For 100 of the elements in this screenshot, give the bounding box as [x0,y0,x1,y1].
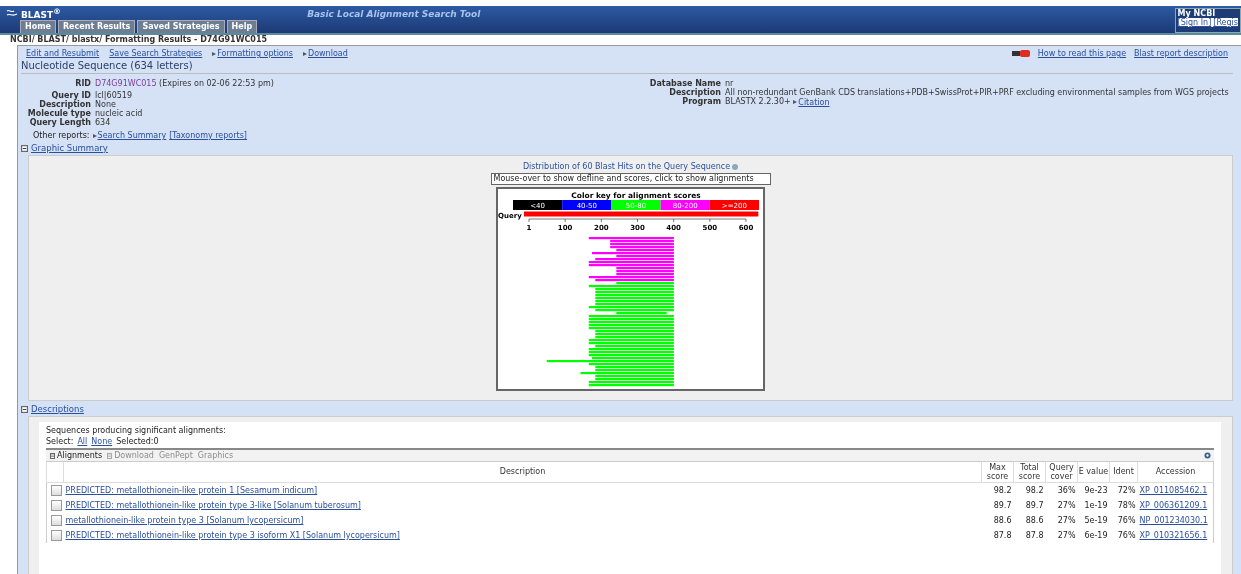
subtitle: Basic Local Alignment Search Tool [307,9,481,21]
link[interactable]: Edit and Resubmit [26,49,100,58]
table-cell: 1e-19 [1084,501,1108,510]
field-value: lcl|60519 [95,91,133,100]
graphic-title: Distribution of 60 Blast Hits on the Query Sequence [522,162,731,171]
list-icon [107,452,113,459]
column-header[interactable]: Ident [1109,462,1138,483]
table-cell: 88.6 [993,516,1012,525]
collapse-icon[interactable] [21,405,28,413]
field-value: nr [725,79,734,88]
help-icon[interactable] [732,163,739,170]
table-cell: 89.7 [1025,501,1044,510]
column-header[interactable]: Max score [981,462,1014,483]
hits-drawing[interactable] [546,237,674,387]
field-label: Description [39,100,91,109]
table-cell: 27% [1057,516,1076,525]
table-cell: 5e-19 [1084,516,1108,525]
collapse-icon[interactable] [21,144,28,152]
triangle-icon [303,51,307,56]
table-cell: 98.2 [993,486,1012,495]
table-cell: 36% [1057,486,1076,495]
link[interactable]: PREDICTED: metallothionein-like protein 1 [Sesamum indicum] [65,486,318,495]
row-checkbox[interactable] [51,515,62,526]
link[interactable]: Search Summary [97,131,167,140]
caption: Sequences producing significant alignments: [46,426,227,435]
link[interactable]: Download [308,49,348,58]
table-cell: 98.2 [1025,486,1044,495]
column-header[interactable]: E value [1077,462,1110,483]
column-header[interactable]: Accession [1137,462,1214,483]
table-cell: 72% [1117,486,1136,495]
table-cell: 27% [1057,501,1076,510]
row-checkbox[interactable] [51,500,62,511]
column-header[interactable]: Total score [1013,462,1046,483]
table-cell: 6e-19 [1084,531,1108,540]
triangle-icon [212,51,217,56]
link[interactable]: [Regis [1213,18,1238,27]
link[interactable]: [Taxonomy reports] [169,131,247,140]
account-title: My NCBI [1177,9,1216,18]
nav-tab[interactable]: Home [20,20,56,33]
toolbar-button[interactable]: Alignments [50,451,103,460]
link[interactable]: XP_010321656.1 [1139,531,1208,540]
link[interactable]: All [77,437,88,446]
table-cell: 76% [1117,531,1136,540]
triangle-icon [793,100,798,104]
link[interactable]: [Sign In] [1177,18,1212,27]
table-cell: 88.6 [1025,516,1044,525]
other-reports-label: Other reports: [33,131,90,140]
column-header[interactable]: Description [63,462,982,483]
expiry-note: (Expires on 02-06 22:53 pm) [159,79,274,88]
link[interactable]: Save Search Strategies [109,49,203,58]
link[interactable]: XP_011085462.1 [1139,486,1208,495]
row-checkbox[interactable] [51,530,62,541]
video-icon[interactable] [1011,50,1030,57]
breadcrumb: NCBI/ BLAST/ blastx/ Formatting Results - D74G91WC015 [9,35,269,45]
link[interactable]: metallothionein-like protein type 3 [Solanum lycopersicum] [65,516,304,525]
nav-tab[interactable]: Recent Results [57,20,136,33]
link[interactable]: None [91,437,113,446]
table-cell: 78% [1117,501,1136,510]
table-cell: 87.8 [993,531,1012,540]
triangle-icon [92,133,97,138]
page-title: Nucleotide Sequence (634 letters) [21,59,1233,74]
nav-tab[interactable]: Help [226,20,258,33]
settings-icon[interactable] [1204,452,1211,459]
field-label: Query ID [51,91,91,100]
table-cell: 27% [1057,531,1076,540]
field-label: Query Length [28,118,91,127]
field-label: Description [668,88,721,97]
field-value: nucleic acid [95,109,144,118]
field-value: All non-redundant GenBank CDS translations+PDB+SwissProt+PIR+PRF excluding environmental samples from WGS projects [725,88,1229,97]
link[interactable]: XP_006361209.1 [1139,501,1208,510]
table-cell: 76% [1117,516,1136,525]
section-heading[interactable]: Graphic Summary [31,143,108,153]
field-label: Molecule type [26,109,91,118]
link[interactable]: Blast report description [1134,49,1228,58]
field-value: None [95,100,116,109]
table-cell: 89.7 [993,501,1012,510]
link[interactable]: NP_001234030.1 [1139,516,1208,525]
hint-box: Mouse-over to show defline and scores, click to show alignments [490,173,771,185]
nav-tab[interactable]: Saved Strategies [137,20,225,33]
logo: BLAST$^{®}$ [21,6,61,20]
link[interactable]: How to read this page [1037,49,1127,58]
field-label: Database Name [648,79,721,88]
field-value: 634 [95,118,112,127]
link[interactable]: Citation [798,97,830,107]
section-heading[interactable]: Descriptions [31,404,84,414]
select-label: Select: [46,437,74,446]
field-label: Program [682,97,721,107]
rid-value: D74G91WC015 [95,79,157,88]
list-icon [50,452,55,459]
field-label: RID [74,79,91,88]
table-cell: 9e-23 [1084,486,1108,495]
link[interactable]: PREDICTED: metallothionein-like protein type 3 isoform X1 [Solanum lycopersicum] [65,531,400,540]
field-value: BLASTX 2.2.30+ [725,97,791,106]
column-header[interactable]: Query cover [1045,462,1078,483]
logo-icon [6,8,18,18]
row-checkbox[interactable] [51,485,62,496]
table-cell: 87.8 [1025,531,1044,540]
link[interactable]: Formatting options [217,49,293,58]
selected-count: Selected:0 [116,437,159,446]
link[interactable]: PREDICTED: metallothionein-like protein type 3-like [Solanum tuberosum] [65,501,361,510]
